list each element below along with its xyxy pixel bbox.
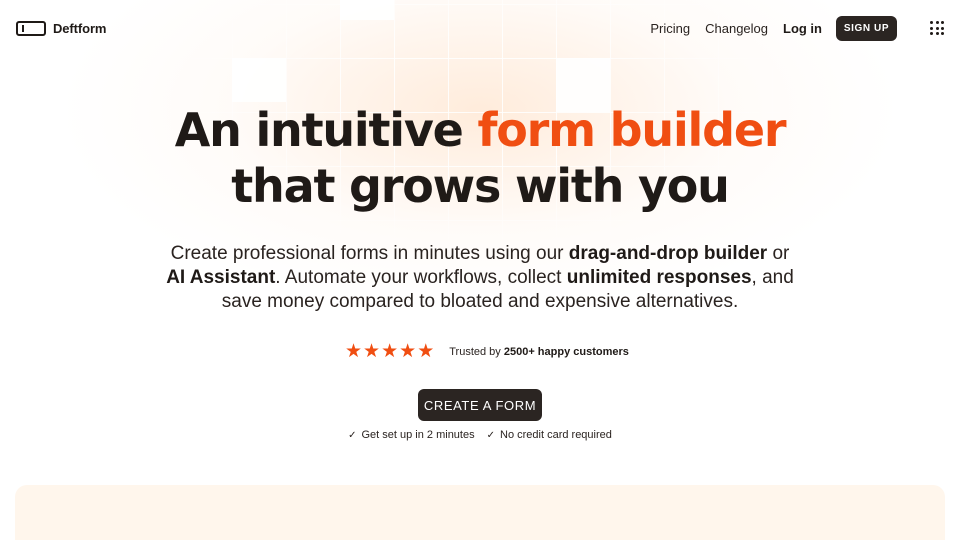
brand-name: Deftform	[53, 20, 107, 36]
sub-text: or	[767, 243, 790, 264]
headline-accent: form builder	[477, 103, 786, 157]
perk-item: ✓ Get set up in 2 minutes	[348, 429, 475, 441]
brand[interactable]: Deftform	[16, 20, 107, 36]
trusted-by-text: Trusted by 2500+ happy customers	[449, 346, 629, 358]
signup-button[interactable]: SIGN UP	[836, 15, 897, 41]
grid-dots-icon[interactable]	[930, 21, 944, 35]
hero-headline: An intuitive form builder that grows wit…	[0, 102, 960, 214]
trust-rating: ★ ★ ★ ★ ★ Trusted by 2500+ happy custome…	[345, 342, 629, 361]
perk-item: ✓ No credit card required	[487, 429, 612, 441]
hero-subheading: Create professional forms in minutes usi…	[0, 242, 960, 314]
check-icon: ✓	[486, 429, 495, 441]
login-link[interactable]: Log in	[783, 21, 822, 36]
check-icon: ✓	[348, 429, 357, 441]
sub-bold: unlimited responses	[566, 267, 752, 288]
grid-tile	[232, 58, 286, 102]
perks-list: ✓ Get set up in 2 minutes ✓ No credit ca…	[0, 429, 960, 441]
sub-bold: drag-and-drop builder	[568, 243, 768, 264]
star-icon: ★	[381, 340, 399, 362]
sub-text: . Automate your workflows, collect	[275, 267, 567, 288]
main-nav: Pricing Changelog Log in SIGN UP	[650, 15, 944, 41]
deftform-logo-icon	[16, 20, 46, 36]
trusted-count: 2500+ happy customers	[503, 345, 629, 358]
headline-part: An intuitive	[174, 103, 478, 157]
headline-part: that grows with you	[231, 159, 730, 213]
star-rating: ★ ★ ★ ★ ★	[345, 342, 434, 361]
sub-bold: AI Assistant	[166, 267, 276, 288]
star-icon: ★	[417, 340, 435, 362]
trusted-prefix: Trusted by	[449, 345, 504, 358]
sub-text: Create professional forms in minutes usi…	[170, 243, 569, 264]
perk-label: Get set up in 2 minutes	[361, 429, 475, 441]
site-header: Deftform Pricing Changelog Log in SIGN U…	[0, 0, 960, 56]
perk-label: No credit card required	[500, 429, 612, 441]
create-form-button[interactable]: CREATE A FORM	[418, 389, 542, 421]
preview-panel	[15, 485, 945, 540]
star-icon: ★	[363, 340, 381, 362]
sub-text: , and	[751, 267, 794, 288]
sub-text: save money compared to bloated and expen…	[221, 291, 739, 312]
star-icon: ★	[345, 340, 363, 362]
nav-link-changelog[interactable]: Changelog	[705, 21, 768, 36]
star-icon: ★	[399, 340, 417, 362]
nav-link-pricing[interactable]: Pricing	[650, 21, 690, 36]
